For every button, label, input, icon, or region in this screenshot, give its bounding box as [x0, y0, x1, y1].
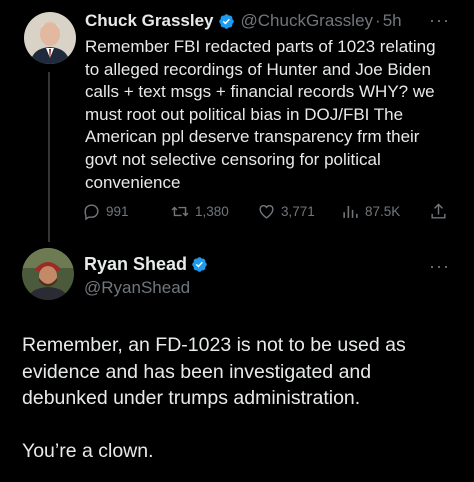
view-count: 87.5K: [365, 204, 401, 219]
retweet-count: 1,380: [195, 204, 229, 219]
views-button[interactable]: 87.5K: [341, 202, 400, 221]
like-count: 3,771: [281, 204, 315, 219]
tweet-text: Remember FBI redacted parts of 1023 rela…: [85, 37, 436, 192]
like-icon: [259, 205, 274, 219]
thread-connector-line: [48, 72, 50, 242]
like-button[interactable]: 3,771: [257, 202, 315, 221]
tweet-actions-bar: 991 1,380 3,771 87.5K: [82, 202, 452, 222]
views-icon: [343, 205, 358, 218]
reply-tweet-header: Ryan Shead: [84, 254, 208, 275]
verified-badge-icon: [218, 13, 234, 29]
timestamp[interactable]: 5h: [383, 11, 402, 31]
parent-tweet-header: Chuck Grassley @ChuckGrassley · 5h: [85, 11, 402, 31]
reply-count: 991: [106, 204, 129, 219]
more-options-icon[interactable]: ···: [429, 10, 450, 31]
handle[interactable]: @ChuckGrassley: [241, 11, 374, 31]
tweet-text: Remember, an FD-1023 is not to be used a…: [22, 334, 406, 462]
reply-button[interactable]: 991: [82, 202, 129, 221]
verified-badge-icon: [192, 257, 207, 272]
display-name[interactable]: Ryan Shead: [84, 254, 187, 275]
handle[interactable]: @RyanShead: [84, 278, 190, 298]
retweet-icon: [171, 206, 189, 217]
share-icon: [431, 203, 446, 219]
more-options-icon[interactable]: ···: [429, 256, 450, 277]
avatar-chuck-grassley[interactable]: [24, 12, 76, 64]
separator-dot: ·: [375, 11, 381, 30]
avatar-ryan-shead[interactable]: [22, 248, 74, 300]
reply-icon: [84, 204, 99, 221]
share-button[interactable]: [429, 202, 453, 221]
display-name[interactable]: Chuck Grassley: [85, 11, 214, 31]
retweet-button[interactable]: 1,380: [170, 202, 229, 221]
